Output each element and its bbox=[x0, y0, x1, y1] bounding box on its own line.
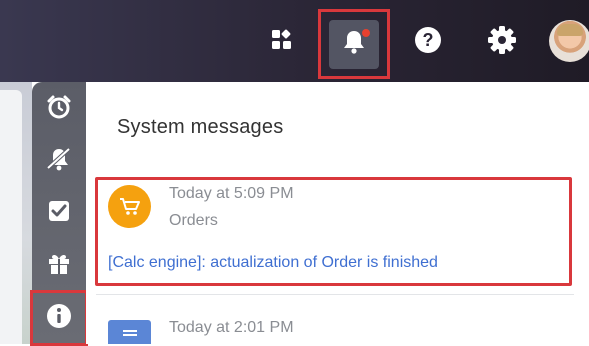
sidebar-item-reminders[interactable] bbox=[42, 92, 76, 126]
top-bar: ? bbox=[0, 0, 589, 82]
sidebar-item-system-info[interactable] bbox=[42, 301, 76, 335]
message-divider bbox=[96, 294, 574, 295]
list-icon bbox=[108, 320, 151, 344]
message-time: Today at 2:01 PM bbox=[169, 319, 294, 336]
message-link[interactable]: [Calc engine]: actualization of Order is… bbox=[108, 254, 438, 272]
svg-text:?: ? bbox=[423, 30, 434, 50]
bell-off-icon bbox=[45, 146, 73, 177]
user-avatar[interactable] bbox=[549, 20, 589, 62]
background-page-edge bbox=[0, 82, 32, 344]
checkbox-icon bbox=[47, 199, 71, 228]
apps-grid-icon[interactable] bbox=[264, 22, 300, 58]
sidebar-item-gifts[interactable] bbox=[42, 248, 76, 282]
sidebar-item-tasks[interactable] bbox=[42, 196, 76, 230]
help-icon[interactable]: ? bbox=[410, 22, 446, 58]
notifications-button[interactable] bbox=[329, 20, 379, 69]
background-panel bbox=[0, 90, 22, 344]
notification-sidebar bbox=[30, 82, 88, 346]
system-messages-panel: System messages Today at 5:09 PM Orders … bbox=[86, 82, 589, 344]
notification-dot bbox=[362, 29, 370, 37]
sidebar-item-muted[interactable] bbox=[42, 144, 76, 178]
message-source: Orders bbox=[169, 212, 218, 229]
panel-title: System messages bbox=[117, 116, 284, 138]
gear-icon[interactable] bbox=[484, 22, 520, 58]
info-icon bbox=[46, 303, 72, 334]
cart-icon bbox=[108, 185, 151, 228]
gift-icon bbox=[46, 250, 72, 281]
alarm-clock-icon bbox=[46, 94, 72, 125]
notifications-highlight bbox=[318, 9, 390, 79]
message-time: Today at 5:09 PM bbox=[169, 185, 294, 202]
